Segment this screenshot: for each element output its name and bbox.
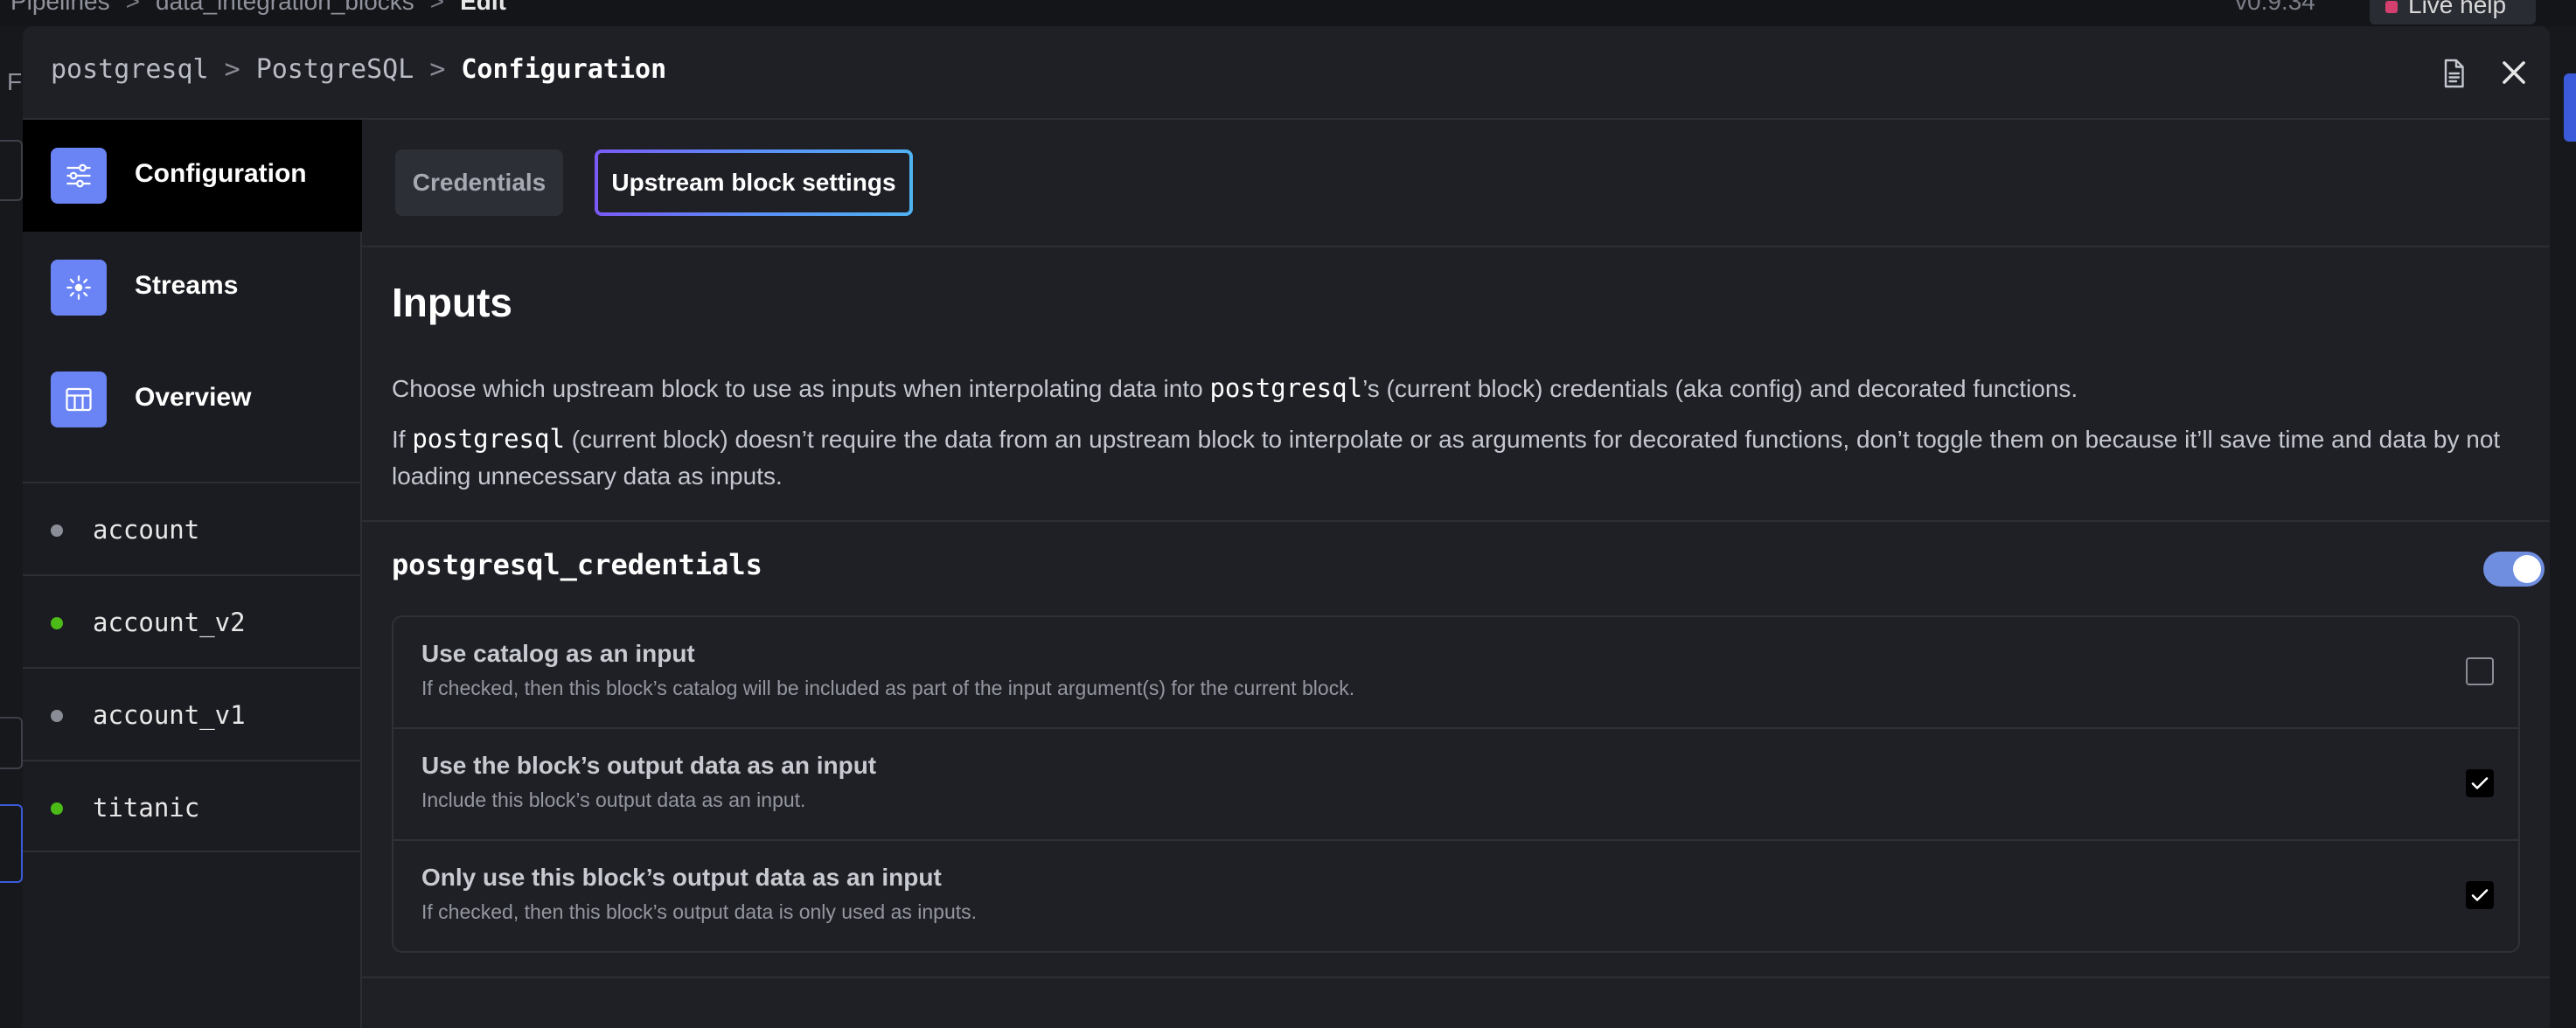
version-label: v0.9.34 [2235,0,2315,15]
desc-text: ’s (current block) credentials (aka conf… [1362,375,2078,402]
background-left-element [0,804,23,883]
modal-header: postgresql > PostgreSQL > Configuration [23,26,2550,120]
sidebar: Configuration Streams Overview account a… [23,120,362,1028]
background-left-text: F [7,68,23,95]
sidebar-item-streams[interactable]: Streams [23,232,362,344]
use-output-data-checkbox[interactable] [2466,769,2494,797]
stream-item[interactable]: account [23,482,362,574]
bg-crumb-edit: Edit [460,0,507,15]
section-title: Inputs [392,280,512,325]
sidebar-item-overview[interactable]: Overview [23,344,362,455]
document-icon[interactable] [2438,58,2469,89]
upstream-block-toggle[interactable] [2483,552,2545,587]
stream-name: account [93,515,200,545]
status-dot [51,524,63,537]
bg-crumb-pipeline[interactable]: data_integration_blocks [156,0,414,15]
check-icon [2471,889,2489,901]
desc-text: (current block) doesn’t require the data… [392,426,2501,490]
background-right-button [2564,73,2576,142]
block-config-modal: postgresql > PostgreSQL > Configuration Conf… [23,26,2550,1028]
option-title: Use catalog as an input [421,640,695,667]
check-icon [2471,777,2489,789]
status-dot [51,617,63,629]
stream-name: titanic [93,793,200,823]
chevron-right-icon: > [429,54,446,85]
close-icon[interactable] [2497,56,2531,89]
status-dot [51,710,63,722]
option-description: Include this block’s output data as an i… [421,788,806,811]
crumb-current: Configuration [461,54,667,85]
inputs-hint: If postgresql (current block) doesn’t re… [392,420,2543,495]
status-dot [51,802,63,815]
main-panel: Credentials Upstream block settings Inpu… [362,120,2550,1028]
inputs-description: Choose which upstream block to use as in… [392,370,2543,407]
option-description: If checked, then this block’s output dat… [421,900,978,923]
sliders-icon [51,148,107,204]
tab-credentials[interactable]: Credentials [395,149,563,216]
stream-item[interactable]: account_v1 [23,667,362,760]
option-use-catalog: Use catalog as an input If checked, then… [393,617,2518,727]
option-description: If checked, then this block’s catalog wi… [421,677,1355,699]
background-left-element [0,140,23,201]
chevron-right-icon: > [224,54,240,85]
tab-upstream-block-settings[interactable]: Upstream block settings [595,149,913,216]
toggle-knob [2513,555,2541,583]
desc-code: postgresql [412,424,565,454]
sidebar-item-label: Overview [135,383,252,412]
live-help-label: Live help [2408,0,2507,18]
crumb-block: postgresql [51,54,209,85]
stream-name: account_v2 [93,608,246,637]
live-help-button[interactable]: Live help [2370,0,2536,24]
bg-crumb-pipelines[interactable]: Pipelines [10,0,110,15]
option-use-output-data: Use the block’s output data as an input … [393,727,2518,837]
divider [362,976,2550,978]
stream-item[interactable]: titanic [23,760,362,852]
option-title: Use the block’s output data as an input [421,752,877,779]
stream-item[interactable]: account_v2 [23,574,362,667]
sidebar-item-configuration[interactable]: Configuration [23,120,362,232]
desc-text: If [392,426,413,453]
modal-breadcrumb: postgresql > PostgreSQL > Configuration [51,54,666,85]
background-breadcrumb: Pipelines > data_integration_blocks > Edit [10,0,506,16]
crumb-source: PostgreSQL [255,54,414,85]
divider [362,520,2550,522]
only-output-data-checkbox[interactable] [2466,881,2494,909]
slack-icon [2385,0,2398,13]
table-icon [51,372,107,427]
option-title: Only use this block’s output data as an … [421,864,942,891]
desc-text: Choose which upstream block to use as in… [392,375,1210,402]
tabs-bar: Credentials Upstream block settings [362,120,2550,247]
use-catalog-checkbox[interactable] [2466,657,2494,685]
upstream-options: Use catalog as an input If checked, then… [392,615,2520,953]
option-only-output-data: Only use this block’s output data as an … [393,839,2518,949]
sidebar-item-label: Streams [135,271,239,300]
sidebar-item-label: Configuration [135,159,307,188]
upstream-block-name: postgresql_credentials [392,548,762,581]
sparkle-icon [51,260,107,316]
background-left-element [0,717,23,769]
desc-code: postgresql [1209,373,1363,403]
stream-name: account_v1 [93,700,246,730]
